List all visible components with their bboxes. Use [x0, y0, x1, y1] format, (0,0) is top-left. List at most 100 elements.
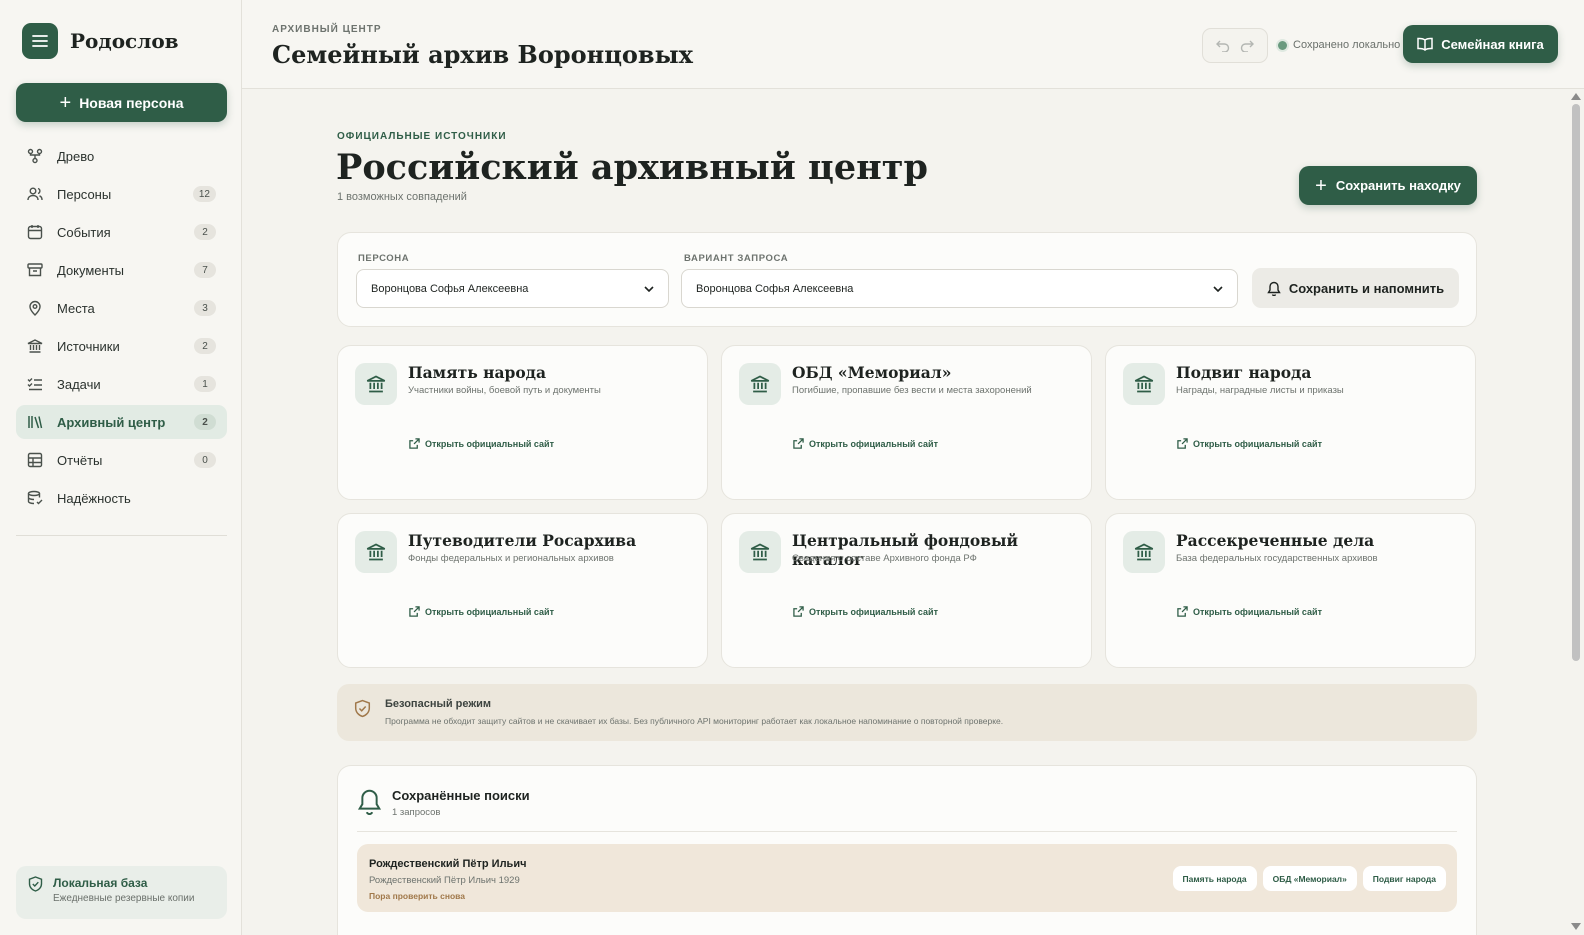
bank-icon: [739, 531, 781, 573]
sidebar-item-places[interactable]: Места 3: [16, 291, 227, 325]
source-title: Подвиг народа: [1176, 363, 1312, 382]
count-badge: 2: [194, 224, 216, 240]
saved-search-item[interactable]: Рождественский Пётр Ильич Рождественский…: [357, 844, 1457, 912]
sidebar-item-tree[interactable]: Древо: [16, 139, 227, 173]
source-description: Сведения о составе Архивного фонда РФ: [792, 553, 977, 564]
open-site-label: Открыть официальный сайт: [1193, 438, 1322, 449]
shield-check-icon: [28, 876, 43, 892]
open-site-link[interactable]: Открыть официальный сайт: [1177, 438, 1322, 449]
open-site-link[interactable]: Открыть официальный сайт: [409, 438, 554, 449]
safe-mode-notice: Безопасный режим Программа не обходит за…: [337, 684, 1477, 741]
saved-searches-title: Сохранённые поиски: [392, 788, 530, 803]
person-label: ПЕРСОНА: [358, 253, 410, 264]
sidebar-item-label: Персоны: [57, 186, 112, 202]
person-select[interactable]: Воронцова Софья Алексеевна: [356, 269, 669, 308]
new-person-button[interactable]: + Новая персона: [16, 83, 227, 122]
checklist-icon: [27, 378, 42, 391]
plus-icon: +: [1315, 174, 1327, 197]
scroll-down-arrow[interactable]: [1571, 923, 1581, 930]
sidebar-item-label: Надёжность: [57, 490, 131, 506]
source-description: Погибшие, пропавшие без вести и места за…: [792, 385, 1032, 396]
top-header: АРХИВНЫЙ ЦЕНТР Семейный архив Воронцовых…: [242, 0, 1584, 89]
source-chips: Память народа ОБД «Мемориал» Подвиг наро…: [1172, 866, 1446, 891]
brand: Родослов: [22, 23, 179, 59]
open-site-link[interactable]: Открыть официальный сайт: [409, 606, 554, 617]
sidebar-item-persons[interactable]: Персоны 12: [16, 177, 227, 211]
source-card[interactable]: Центральный фондовый каталог Сведения о …: [721, 513, 1092, 668]
bell-icon: [1267, 281, 1281, 296]
person-select-value: Воронцова Софья Алексеевна: [371, 282, 529, 295]
sidebar-item-documents[interactable]: Документы 7: [16, 253, 227, 287]
tree-icon: [27, 148, 43, 164]
open-site-label: Открыть официальный сайт: [425, 438, 554, 449]
sidebar-item-label: Источники: [57, 338, 120, 354]
bank-icon: [355, 363, 397, 405]
source-description: База федеральных государственных архивов: [1176, 553, 1378, 564]
source-card[interactable]: Подвиг народа Награды, наградные листы и…: [1105, 345, 1476, 500]
database-icon: [27, 490, 43, 505]
undo-icon[interactable]: [1216, 40, 1230, 52]
source-card[interactable]: ОБД «Мемориал» Погибшие, пропавшие без в…: [721, 345, 1092, 500]
saved-searches-panel: Сохранённые поиски 1 запросов Рождествен…: [337, 765, 1477, 935]
count-badge: 3: [194, 300, 216, 316]
saved-search-name: Рождественский Пётр Ильич: [369, 858, 527, 870]
source-title: ОБД «Мемориал»: [792, 363, 952, 382]
shield-check-icon: [354, 699, 371, 718]
scrollbar-thumb[interactable]: [1572, 104, 1580, 661]
save-and-remind-button[interactable]: Сохранить и напомнить: [1252, 268, 1459, 308]
source-chip[interactable]: ОБД «Мемориал»: [1262, 866, 1357, 891]
chevron-down-icon: [644, 285, 654, 292]
open-site-link[interactable]: Открыть официальный сайт: [1177, 606, 1322, 617]
source-card[interactable]: Рассекреченные дела База федеральных гос…: [1105, 513, 1476, 668]
variant-label: ВАРИАНТ ЗАПРОСА: [684, 253, 789, 264]
open-site-label: Открыть официальный сайт: [809, 438, 938, 449]
variant-select[interactable]: Воронцова Софья Алексеевна: [681, 269, 1238, 308]
calendar-icon: [27, 225, 43, 240]
archive-box-icon: [27, 263, 43, 277]
menu-button[interactable]: [22, 23, 58, 59]
saved-searches-count: 1 запросов: [392, 807, 441, 818]
save-find-label: Сохранить находку: [1335, 178, 1461, 193]
menu-icon: [32, 35, 48, 47]
plus-icon: +: [59, 91, 72, 114]
source-card[interactable]: Путеводители Росархива Фонды федеральных…: [337, 513, 708, 668]
source-card[interactable]: Память народа Участники войны, боевой пу…: [337, 345, 708, 500]
sidebar-item-sources[interactable]: Источники 2: [16, 329, 227, 363]
source-description: Награды, наградные листы и приказы: [1176, 385, 1344, 396]
safe-mode-text: Программа не обходит защиту сайтов и не …: [385, 716, 1004, 726]
source-title: Память народа: [408, 363, 547, 382]
count-badge: 2: [194, 338, 216, 354]
open-site-link[interactable]: Открыть официальный сайт: [793, 438, 938, 449]
count-badge: 0: [194, 452, 216, 468]
sidebar-item-label: Отчёты: [57, 452, 103, 468]
status-dot: [1278, 40, 1287, 50]
save-find-button[interactable]: + Сохранить находку: [1299, 166, 1477, 205]
sidebar-item-archive-center[interactable]: Архивный центр 2: [16, 405, 227, 439]
saved-search-status: Пора проверить снова: [369, 891, 466, 901]
open-site-label: Открыть официальный сайт: [425, 606, 554, 617]
sidebar-item-events[interactable]: События 2: [16, 215, 227, 249]
users-icon: [27, 187, 43, 201]
section-title: Российский архивный центр: [336, 147, 928, 188]
sidebar-item-reports[interactable]: Отчёты 0: [16, 443, 227, 477]
source-description: Участники войны, боевой путь и документы: [408, 385, 601, 396]
open-site-link[interactable]: Открыть официальный сайт: [793, 606, 938, 617]
external-link-icon: [793, 438, 804, 449]
divider: [16, 535, 227, 536]
source-description: Фонды федеральных и региональных архивов: [408, 553, 614, 564]
save-status-text: Сохранено локально: [1293, 39, 1401, 51]
save-and-remind-label: Сохранить и напомнить: [1288, 280, 1445, 296]
sidebar-item-reliability[interactable]: Надёжность: [16, 481, 227, 515]
bank-icon: [1123, 531, 1165, 573]
query-panel: ПЕРСОНА Воронцова Софья Алексеевна ВАРИА…: [337, 232, 1477, 327]
scroll-up-arrow[interactable]: [1571, 93, 1581, 100]
sidebar-item-tasks[interactable]: Задачи 1: [16, 367, 227, 401]
source-chip[interactable]: Память народа: [1172, 866, 1257, 891]
source-chip[interactable]: Подвиг народа: [1362, 866, 1446, 891]
open-site-label: Открыть официальный сайт: [1193, 606, 1322, 617]
new-person-label: Новая персона: [79, 94, 184, 111]
family-book-button[interactable]: Семейная книга: [1403, 25, 1558, 63]
redo-icon[interactable]: [1240, 40, 1254, 52]
chevron-down-icon: [1213, 285, 1223, 292]
undo-redo-group: [1202, 28, 1268, 63]
